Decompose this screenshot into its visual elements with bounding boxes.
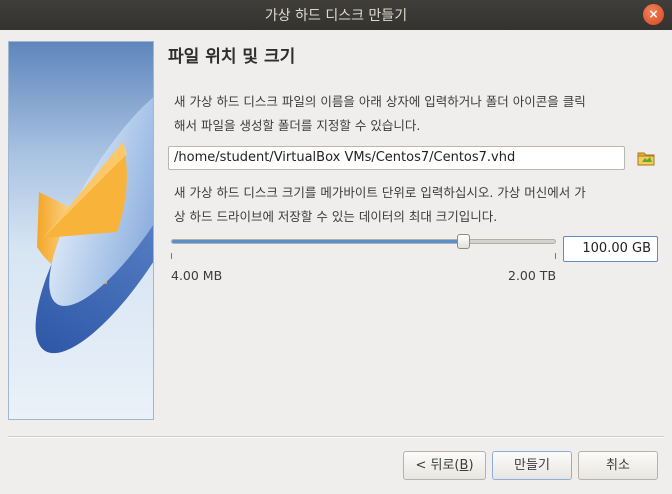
location-description-line: 새 가상 하드 디스크 파일의 이름을 아래 상자에 입력하거나 폴더 아이콘을… bbox=[174, 94, 586, 109]
size-description-line: 새 가상 하드 디스크 크기를 메가바이트 단위로 입력하십시오. 가상 머신에… bbox=[174, 185, 586, 200]
back-button[interactable]: < 뒤로(B) bbox=[403, 451, 486, 480]
slider-handle[interactable] bbox=[456, 234, 470, 249]
folder-icon bbox=[637, 152, 655, 166]
slider-tick bbox=[555, 253, 556, 259]
file-path-input[interactable]: /home/student/VirtualBox VMs/Centos7/Cen… bbox=[168, 146, 625, 170]
back-button-prefix: < 뒤로( bbox=[415, 458, 460, 473]
back-button-suffix: ) bbox=[468, 458, 474, 473]
window-title: 가상 하드 디스크 만들기 bbox=[264, 8, 408, 24]
window-titlebar: 가상 하드 디스크 만들기 × bbox=[0, 0, 672, 30]
slider-fill bbox=[172, 240, 463, 243]
size-description-line: 상 하드 드라이브에 저장할 수 있는 데이터의 최대 크기입니다. bbox=[174, 209, 498, 224]
disk-size-slider[interactable] bbox=[171, 234, 556, 249]
cancel-button[interactable]: 취소 bbox=[578, 451, 658, 480]
slider-min-label: 4.00 MB bbox=[171, 268, 223, 283]
hard-disk-illustration-icon bbox=[35, 78, 153, 354]
location-description: 새 가상 하드 디스크 파일의 이름을 아래 상자에 입력하거나 폴더 아이콘을… bbox=[174, 90, 660, 138]
separator bbox=[8, 436, 664, 438]
wizard-side-image bbox=[8, 41, 154, 420]
slider-max-label: 2.00 TB bbox=[508, 268, 557, 283]
disk-size-input[interactable]: 100.00 GB bbox=[563, 236, 658, 262]
slider-tick bbox=[171, 253, 172, 259]
size-description: 새 가상 하드 디스크 크기를 메가바이트 단위로 입력하십시오. 가상 머신에… bbox=[174, 181, 660, 229]
create-button[interactable]: 만들기 bbox=[492, 451, 572, 480]
close-icon[interactable]: × bbox=[643, 4, 664, 25]
slider-ticks bbox=[171, 253, 556, 259]
page-title: 파일 위치 및 크기 bbox=[168, 47, 296, 67]
choose-folder-button[interactable] bbox=[636, 148, 656, 168]
location-description-line: 해서 파일을 생성할 폴더를 지정할 수 있습니다. bbox=[174, 118, 421, 133]
